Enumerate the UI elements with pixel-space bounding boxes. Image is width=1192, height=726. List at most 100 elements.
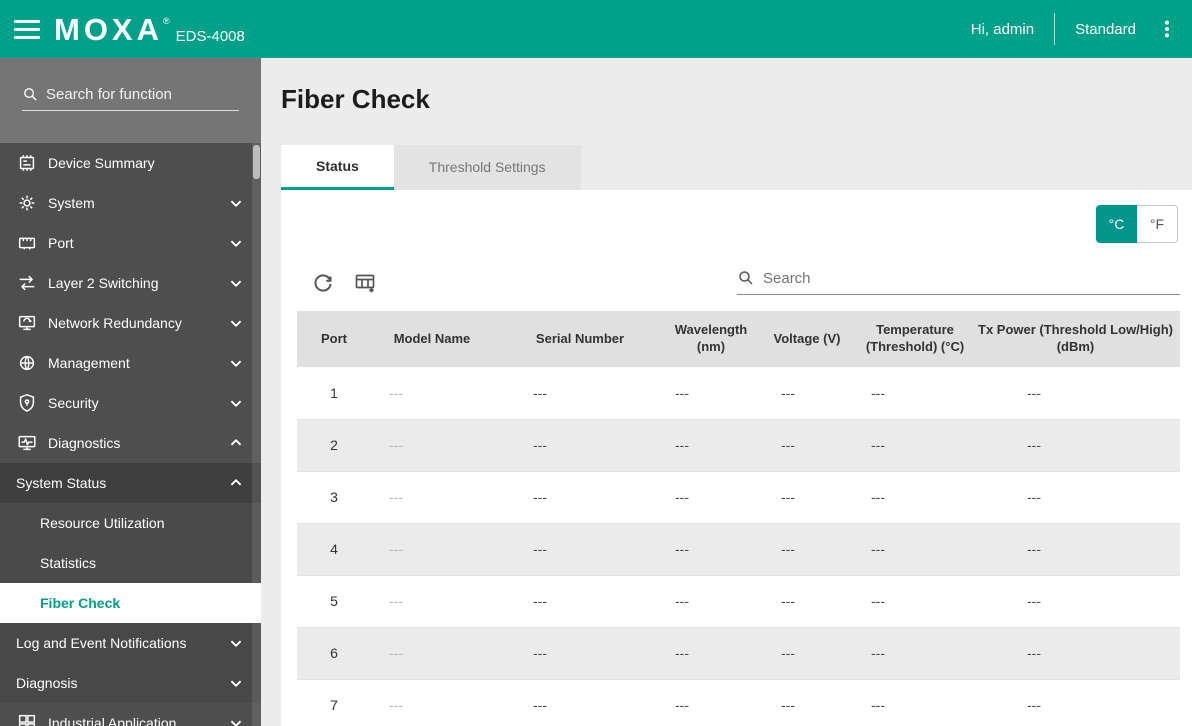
cell-wavelength: --- bbox=[667, 679, 755, 726]
cell-wavelength: --- bbox=[667, 419, 755, 472]
cell-port: 6 bbox=[297, 627, 371, 680]
table-row: 5 --- --- --- --- --- --- bbox=[297, 575, 1180, 628]
sidebar-item-label: Diagnosis bbox=[16, 675, 78, 691]
cell-temperature: --- bbox=[859, 471, 971, 524]
registered-mark: ® bbox=[163, 15, 170, 26]
sidebar-item-device-summary[interactable]: Device Summary bbox=[0, 143, 261, 183]
column-header-voltage: Voltage (V) bbox=[755, 311, 859, 367]
sidebar-item-resource-utilization[interactable]: Resource Utilization bbox=[0, 503, 261, 543]
sidebar-item-label: Log and Event Notifications bbox=[16, 635, 187, 651]
kebab-menu-icon[interactable] bbox=[1156, 17, 1178, 41]
sidebar-item-industrial-application[interactable]: Industrial Application bbox=[0, 703, 261, 726]
cell-port: 4 bbox=[297, 523, 371, 576]
network-redundancy-icon bbox=[16, 312, 38, 334]
sidebar-item-label: Management bbox=[48, 355, 130, 371]
sidebar-item-layer2-switching[interactable]: Layer 2 Switching bbox=[0, 263, 261, 303]
sidebar-item-security[interactable]: Security bbox=[0, 383, 261, 423]
cell-model-name: --- bbox=[371, 575, 493, 628]
cell-voltage: --- bbox=[755, 627, 859, 680]
cell-voltage: --- bbox=[755, 575, 859, 628]
status-panel: °C °F Port bbox=[281, 190, 1192, 726]
sidebar-item-label: Industrial Application bbox=[48, 715, 177, 726]
sidebar-item-fiber-check[interactable]: Fiber Check bbox=[0, 583, 261, 623]
cell-model-name: --- bbox=[371, 419, 493, 472]
brand-text: MOXA bbox=[54, 11, 163, 47]
table-row: 7 --- --- --- --- --- --- bbox=[297, 679, 1180, 726]
table-toolbar bbox=[281, 243, 1192, 295]
refresh-icon[interactable] bbox=[311, 271, 335, 295]
cell-model-name: --- bbox=[371, 679, 493, 726]
sidebar-item-system[interactable]: System bbox=[0, 183, 261, 223]
cell-port: 3 bbox=[297, 471, 371, 524]
cell-voltage: --- bbox=[755, 471, 859, 524]
table-settings-icon[interactable] bbox=[353, 271, 377, 295]
cell-port: 7 bbox=[297, 679, 371, 726]
system-gear-icon bbox=[16, 192, 38, 214]
function-search-input[interactable] bbox=[46, 86, 245, 103]
cell-tx-power: --- bbox=[971, 575, 1180, 628]
fahrenheit-toggle-button[interactable]: °F bbox=[1137, 205, 1178, 243]
cell-wavelength: --- bbox=[667, 471, 755, 524]
sidebar-item-port[interactable]: Port bbox=[0, 223, 261, 263]
mode-selector[interactable]: Standard bbox=[1075, 21, 1136, 38]
fiber-check-table: Port Model Name Serial Number Wavelength… bbox=[297, 311, 1180, 726]
sidebar-item-label: Statistics bbox=[40, 555, 97, 571]
celsius-toggle-button[interactable]: °C bbox=[1096, 205, 1137, 243]
sidebar-item-label: Fiber Check bbox=[40, 595, 121, 611]
column-header-wavelength: Wavelength (nm) bbox=[667, 311, 755, 367]
cell-wavelength: --- bbox=[667, 575, 755, 628]
sidebar-item-statistics[interactable]: Statistics bbox=[0, 543, 261, 583]
topbar-divider bbox=[1054, 13, 1056, 45]
chevron-down-icon bbox=[225, 672, 247, 694]
sidebar-search bbox=[0, 58, 261, 143]
sidebar-item-management[interactable]: Management bbox=[0, 343, 261, 383]
cell-temperature: --- bbox=[859, 627, 971, 680]
sidebar-item-log-and-event-notifications[interactable]: Log and Event Notifications bbox=[0, 623, 261, 663]
sidebar-item-diagnostics[interactable]: Diagnostics bbox=[0, 423, 261, 463]
table-row: 1 --- --- --- --- --- --- bbox=[297, 367, 1180, 420]
topbar-right: Hi, admin Standard bbox=[971, 13, 1178, 45]
sidebar-scrollbar-thumb[interactable] bbox=[253, 145, 260, 179]
column-header-model-name: Model Name bbox=[371, 311, 493, 367]
device-summary-icon bbox=[16, 152, 38, 174]
cell-wavelength: --- bbox=[667, 367, 755, 420]
menu-icon[interactable] bbox=[14, 18, 40, 41]
cell-serial-number: --- bbox=[493, 419, 667, 472]
cell-voltage: --- bbox=[755, 419, 859, 472]
chevron-up-icon bbox=[225, 472, 247, 494]
chevron-down-icon bbox=[225, 392, 247, 414]
tab-status[interactable]: Status bbox=[281, 145, 394, 190]
sidebar-item-label: Diagnostics bbox=[48, 435, 121, 451]
cell-tx-power: --- bbox=[971, 419, 1180, 472]
sidebar-item-label: Resource Utilization bbox=[40, 515, 165, 531]
chevron-down-icon bbox=[225, 712, 247, 726]
page-title: Fiber Check bbox=[281, 84, 430, 114]
table-row: 2 --- --- --- --- --- --- bbox=[297, 419, 1180, 472]
cell-serial-number: --- bbox=[493, 575, 667, 628]
table-row: 6 --- --- --- --- --- --- bbox=[297, 627, 1180, 680]
industrial-application-icon bbox=[16, 712, 38, 726]
port-icon bbox=[16, 232, 38, 254]
sidebar: Device Summary System Port Layer 2 Switc… bbox=[0, 58, 261, 726]
cell-voltage: --- bbox=[755, 679, 859, 726]
column-header-serial-number: Serial Number bbox=[493, 311, 667, 367]
search-icon bbox=[22, 86, 39, 103]
tab-threshold-settings[interactable]: Threshold Settings bbox=[393, 145, 581, 190]
layer2-switching-icon bbox=[16, 272, 38, 294]
chevron-down-icon bbox=[225, 272, 247, 294]
sidebar-item-diagnosis[interactable]: Diagnosis bbox=[0, 663, 261, 703]
cell-serial-number: --- bbox=[493, 367, 667, 420]
sidebar-item-label: Device Summary bbox=[48, 155, 155, 171]
cell-tx-power: --- bbox=[971, 367, 1180, 420]
sidebar-item-system-status[interactable]: System Status bbox=[0, 463, 261, 503]
column-header-port: Port bbox=[297, 311, 371, 367]
table-search-input[interactable] bbox=[763, 269, 1180, 287]
cell-wavelength: --- bbox=[667, 523, 755, 576]
sidebar-item-network-redundancy[interactable]: Network Redundancy bbox=[0, 303, 261, 343]
user-greeting: Hi, admin bbox=[970, 20, 1035, 38]
sidebar-item-label: System Status bbox=[16, 475, 107, 491]
cell-tx-power: --- bbox=[971, 471, 1180, 524]
column-header-temperature: Temperature (Threshold) (°C) bbox=[859, 311, 971, 367]
sidebar-item-label: System bbox=[48, 195, 95, 211]
cell-serial-number: --- bbox=[493, 523, 667, 576]
